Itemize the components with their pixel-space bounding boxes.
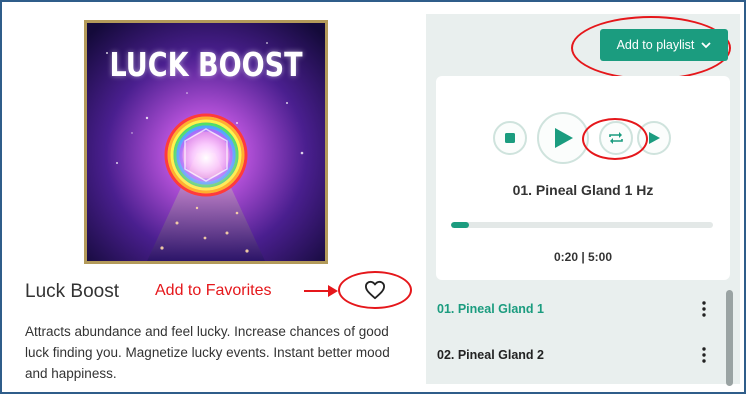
chevron-down-icon xyxy=(701,41,712,48)
add-to-playlist-label: Add to playlist xyxy=(616,38,695,52)
add-to-favorites-button[interactable] xyxy=(338,271,412,309)
album-cover-title: LUCK BOOST xyxy=(109,45,303,84)
album-name: Luck Boost xyxy=(25,281,119,302)
annotation-arrow-icon xyxy=(304,285,338,297)
list-item[interactable]: 01. Pineal Gland 1 xyxy=(426,286,726,332)
stop-icon xyxy=(505,133,515,143)
stop-button[interactable] xyxy=(493,121,527,155)
track-label: 02. Pineal Gland 2 xyxy=(437,348,544,362)
now-playing-title: 01. Pineal Gland 1 Hz xyxy=(512,182,654,198)
repeat-annotation-ring xyxy=(582,118,648,160)
list-item[interactable]: 02. Pineal Gland 2 xyxy=(426,332,726,378)
next-icon xyxy=(649,132,660,144)
kebab-menu-icon[interactable] xyxy=(702,301,706,317)
track-list: 01. Pineal Gland 1 02. Pineal Gland 2 xyxy=(426,286,726,378)
add-to-playlist-button[interactable]: Add to playlist xyxy=(600,29,728,61)
album-cover: LUCK BOOST xyxy=(84,20,328,264)
progress-fill xyxy=(451,222,469,228)
album-description: Attracts abundance and feel lucky. Incre… xyxy=(25,324,390,381)
kebab-menu-icon[interactable] xyxy=(702,347,706,363)
time-display: 0:20 | 5:00 xyxy=(553,250,613,264)
track-label: 01. Pineal Gland 1 xyxy=(437,302,544,316)
play-icon xyxy=(555,128,573,148)
progress-bar[interactable] xyxy=(451,222,713,228)
player-panel: Add to playlist 01. Pineal Gland 1 Hz 0:… xyxy=(426,14,740,386)
audio-player: 01. Pineal Gland 1 Hz 0:20 | 5:00 xyxy=(436,76,730,280)
favorites-annotation: Add to Favorites xyxy=(155,282,272,299)
track-list-scrollbar[interactable] xyxy=(726,290,733,386)
heart-outline-icon xyxy=(364,280,385,300)
